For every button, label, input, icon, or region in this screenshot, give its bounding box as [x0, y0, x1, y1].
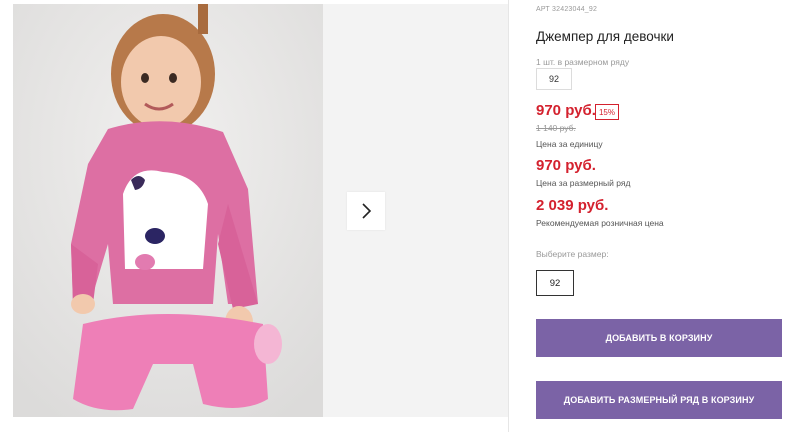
- article-number: АРТ 32423044_92: [536, 6, 598, 13]
- price-current: 970 руб.: [536, 102, 596, 119]
- pack-price-label: Цена за размерный ряд: [536, 178, 631, 188]
- pack-size-value: 92: [536, 68, 572, 90]
- size-option-92[interactable]: 92: [536, 270, 574, 296]
- chevron-right-icon: [362, 203, 372, 219]
- rrp-label: Рекомендуемая розничная цена: [536, 218, 664, 228]
- product-title: Джемпер для девочки: [536, 29, 674, 44]
- gallery-next-button[interactable]: [347, 192, 385, 230]
- pack-size-label: 1 шт. в размерном ряду: [536, 57, 630, 67]
- add-to-cart-button[interactable]: ДОБАВИТЬ В КОРЗИНУ: [536, 319, 782, 357]
- price-old: 1 140 руб.: [536, 123, 576, 133]
- product-photo-illustration: [13, 4, 323, 417]
- rrp-price: 2 039 руб.: [536, 197, 609, 214]
- column-divider: [508, 0, 509, 432]
- unit-price-label: Цена за единицу: [536, 139, 603, 149]
- add-pack-to-cart-button[interactable]: ДОБАВИТЬ РАЗМЕРНЫЙ РЯД В КОРЗИНУ: [536, 381, 782, 419]
- pack-price: 970 руб.: [536, 157, 596, 174]
- select-size-label: Выберите размер:: [536, 249, 609, 259]
- discount-badge: 15%: [595, 104, 619, 120]
- product-photo[interactable]: [13, 4, 323, 417]
